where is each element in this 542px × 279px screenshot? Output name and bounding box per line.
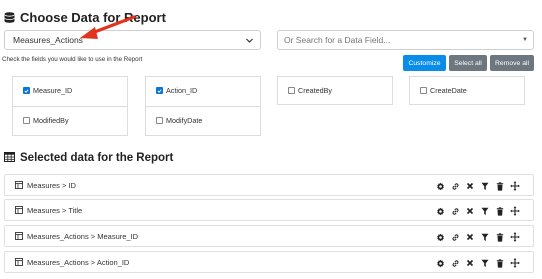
field-label: CreatedBy bbox=[298, 86, 332, 95]
trash-icon[interactable] bbox=[494, 205, 506, 217]
field-action-id[interactable]: Action_ID bbox=[156, 86, 197, 95]
checkbox-checked[interactable] bbox=[23, 87, 30, 94]
field-modify-date[interactable]: ModifyDate bbox=[156, 116, 202, 125]
customize-button[interactable]: Customize bbox=[403, 55, 446, 71]
table-row: Measures > ID bbox=[4, 174, 534, 196]
table-row: Measures_Actions > Measure_ID bbox=[4, 225, 534, 247]
trash-icon[interactable] bbox=[494, 231, 506, 243]
table-select-value: Measures_Actions bbox=[13, 35, 83, 45]
field-label: CreateDate bbox=[430, 86, 467, 95]
field-search-placeholder: Or Search for a Data Field... bbox=[284, 35, 391, 45]
selected-data-heading: Selected data for the Report bbox=[4, 152, 173, 164]
table-icon bbox=[4, 152, 16, 164]
move-icon[interactable] bbox=[509, 257, 521, 269]
fields-hint: Check the fields you would like to use i… bbox=[2, 56, 143, 63]
gear-icon[interactable] bbox=[434, 231, 446, 243]
row-actions bbox=[434, 257, 521, 269]
table-row: Measures > Title bbox=[4, 199, 534, 221]
table-icon bbox=[15, 206, 23, 214]
row-label: Measures_Actions > Action_ID bbox=[27, 257, 130, 267]
move-icon[interactable] bbox=[509, 205, 521, 217]
remove-icon[interactable] bbox=[464, 231, 476, 243]
field-label: Action_ID bbox=[166, 86, 198, 95]
gear-icon[interactable] bbox=[434, 180, 446, 192]
gear-icon[interactable] bbox=[434, 257, 446, 269]
link-icon[interactable] bbox=[449, 231, 461, 243]
link-icon[interactable] bbox=[449, 180, 461, 192]
remove-icon[interactable] bbox=[464, 257, 476, 269]
row-actions bbox=[434, 180, 521, 192]
checkbox[interactable] bbox=[156, 117, 163, 124]
filter-icon[interactable] bbox=[479, 180, 491, 192]
field-label: Measure_ID bbox=[33, 86, 73, 95]
link-icon[interactable] bbox=[449, 205, 461, 217]
filter-icon[interactable] bbox=[479, 231, 491, 243]
select-all-button[interactable]: Select all bbox=[449, 55, 487, 71]
field-search-input[interactable]: Or Search for a Data Field... ▼ bbox=[277, 30, 534, 50]
link-icon[interactable] bbox=[449, 257, 461, 269]
table-icon bbox=[15, 258, 23, 266]
table-select[interactable]: Measures_Actions bbox=[4, 30, 261, 50]
remove-icon[interactable] bbox=[464, 180, 476, 192]
field-modified-by[interactable]: ModifiedBy bbox=[23, 116, 69, 125]
checkbox[interactable] bbox=[23, 117, 30, 124]
choose-data-title: Choose Data for Report bbox=[20, 10, 166, 25]
divider bbox=[13, 106, 127, 107]
choose-data-heading: Choose Data for Report bbox=[4, 10, 166, 25]
field-create-date[interactable]: CreateDate bbox=[420, 86, 467, 95]
field-label: ModifiedBy bbox=[33, 116, 69, 125]
table-icon bbox=[15, 232, 23, 240]
field-group: CreateDate bbox=[409, 76, 525, 105]
trash-icon[interactable] bbox=[494, 257, 506, 269]
checkbox[interactable] bbox=[288, 87, 295, 94]
table-icon bbox=[15, 181, 23, 189]
filter-icon[interactable] bbox=[479, 205, 491, 217]
field-group: CreatedBy bbox=[277, 76, 393, 105]
row-actions bbox=[434, 205, 521, 217]
row-actions bbox=[434, 231, 521, 243]
chevron-down-icon bbox=[245, 36, 254, 45]
field-created-by[interactable]: CreatedBy bbox=[288, 86, 332, 95]
field-group: Action_ID ModifyDate bbox=[145, 76, 261, 136]
gear-icon[interactable] bbox=[434, 205, 446, 217]
move-icon[interactable] bbox=[509, 231, 521, 243]
row-label: Measures > Title bbox=[27, 205, 83, 215]
filter-icon[interactable] bbox=[479, 257, 491, 269]
remove-icon[interactable] bbox=[464, 205, 476, 217]
remove-all-button[interactable]: Remove all bbox=[490, 55, 534, 71]
checkbox[interactable] bbox=[420, 87, 427, 94]
row-label: Measures_Actions > Measure_ID bbox=[27, 231, 139, 241]
checkbox-checked[interactable] bbox=[156, 87, 163, 94]
field-group: Measure_ID ModifiedBy bbox=[12, 76, 128, 136]
trash-icon[interactable] bbox=[494, 180, 506, 192]
caret-down-icon: ▼ bbox=[522, 37, 528, 43]
selected-data-title: Selected data for the Report bbox=[20, 152, 174, 164]
field-measure-id[interactable]: Measure_ID bbox=[23, 86, 72, 95]
divider bbox=[146, 106, 260, 107]
row-label: Measures > ID bbox=[27, 180, 76, 190]
field-label: ModifyDate bbox=[166, 116, 203, 125]
table-row: Measures_Actions > Action_ID bbox=[4, 251, 534, 273]
move-icon[interactable] bbox=[509, 180, 521, 192]
database-icon bbox=[4, 11, 16, 24]
